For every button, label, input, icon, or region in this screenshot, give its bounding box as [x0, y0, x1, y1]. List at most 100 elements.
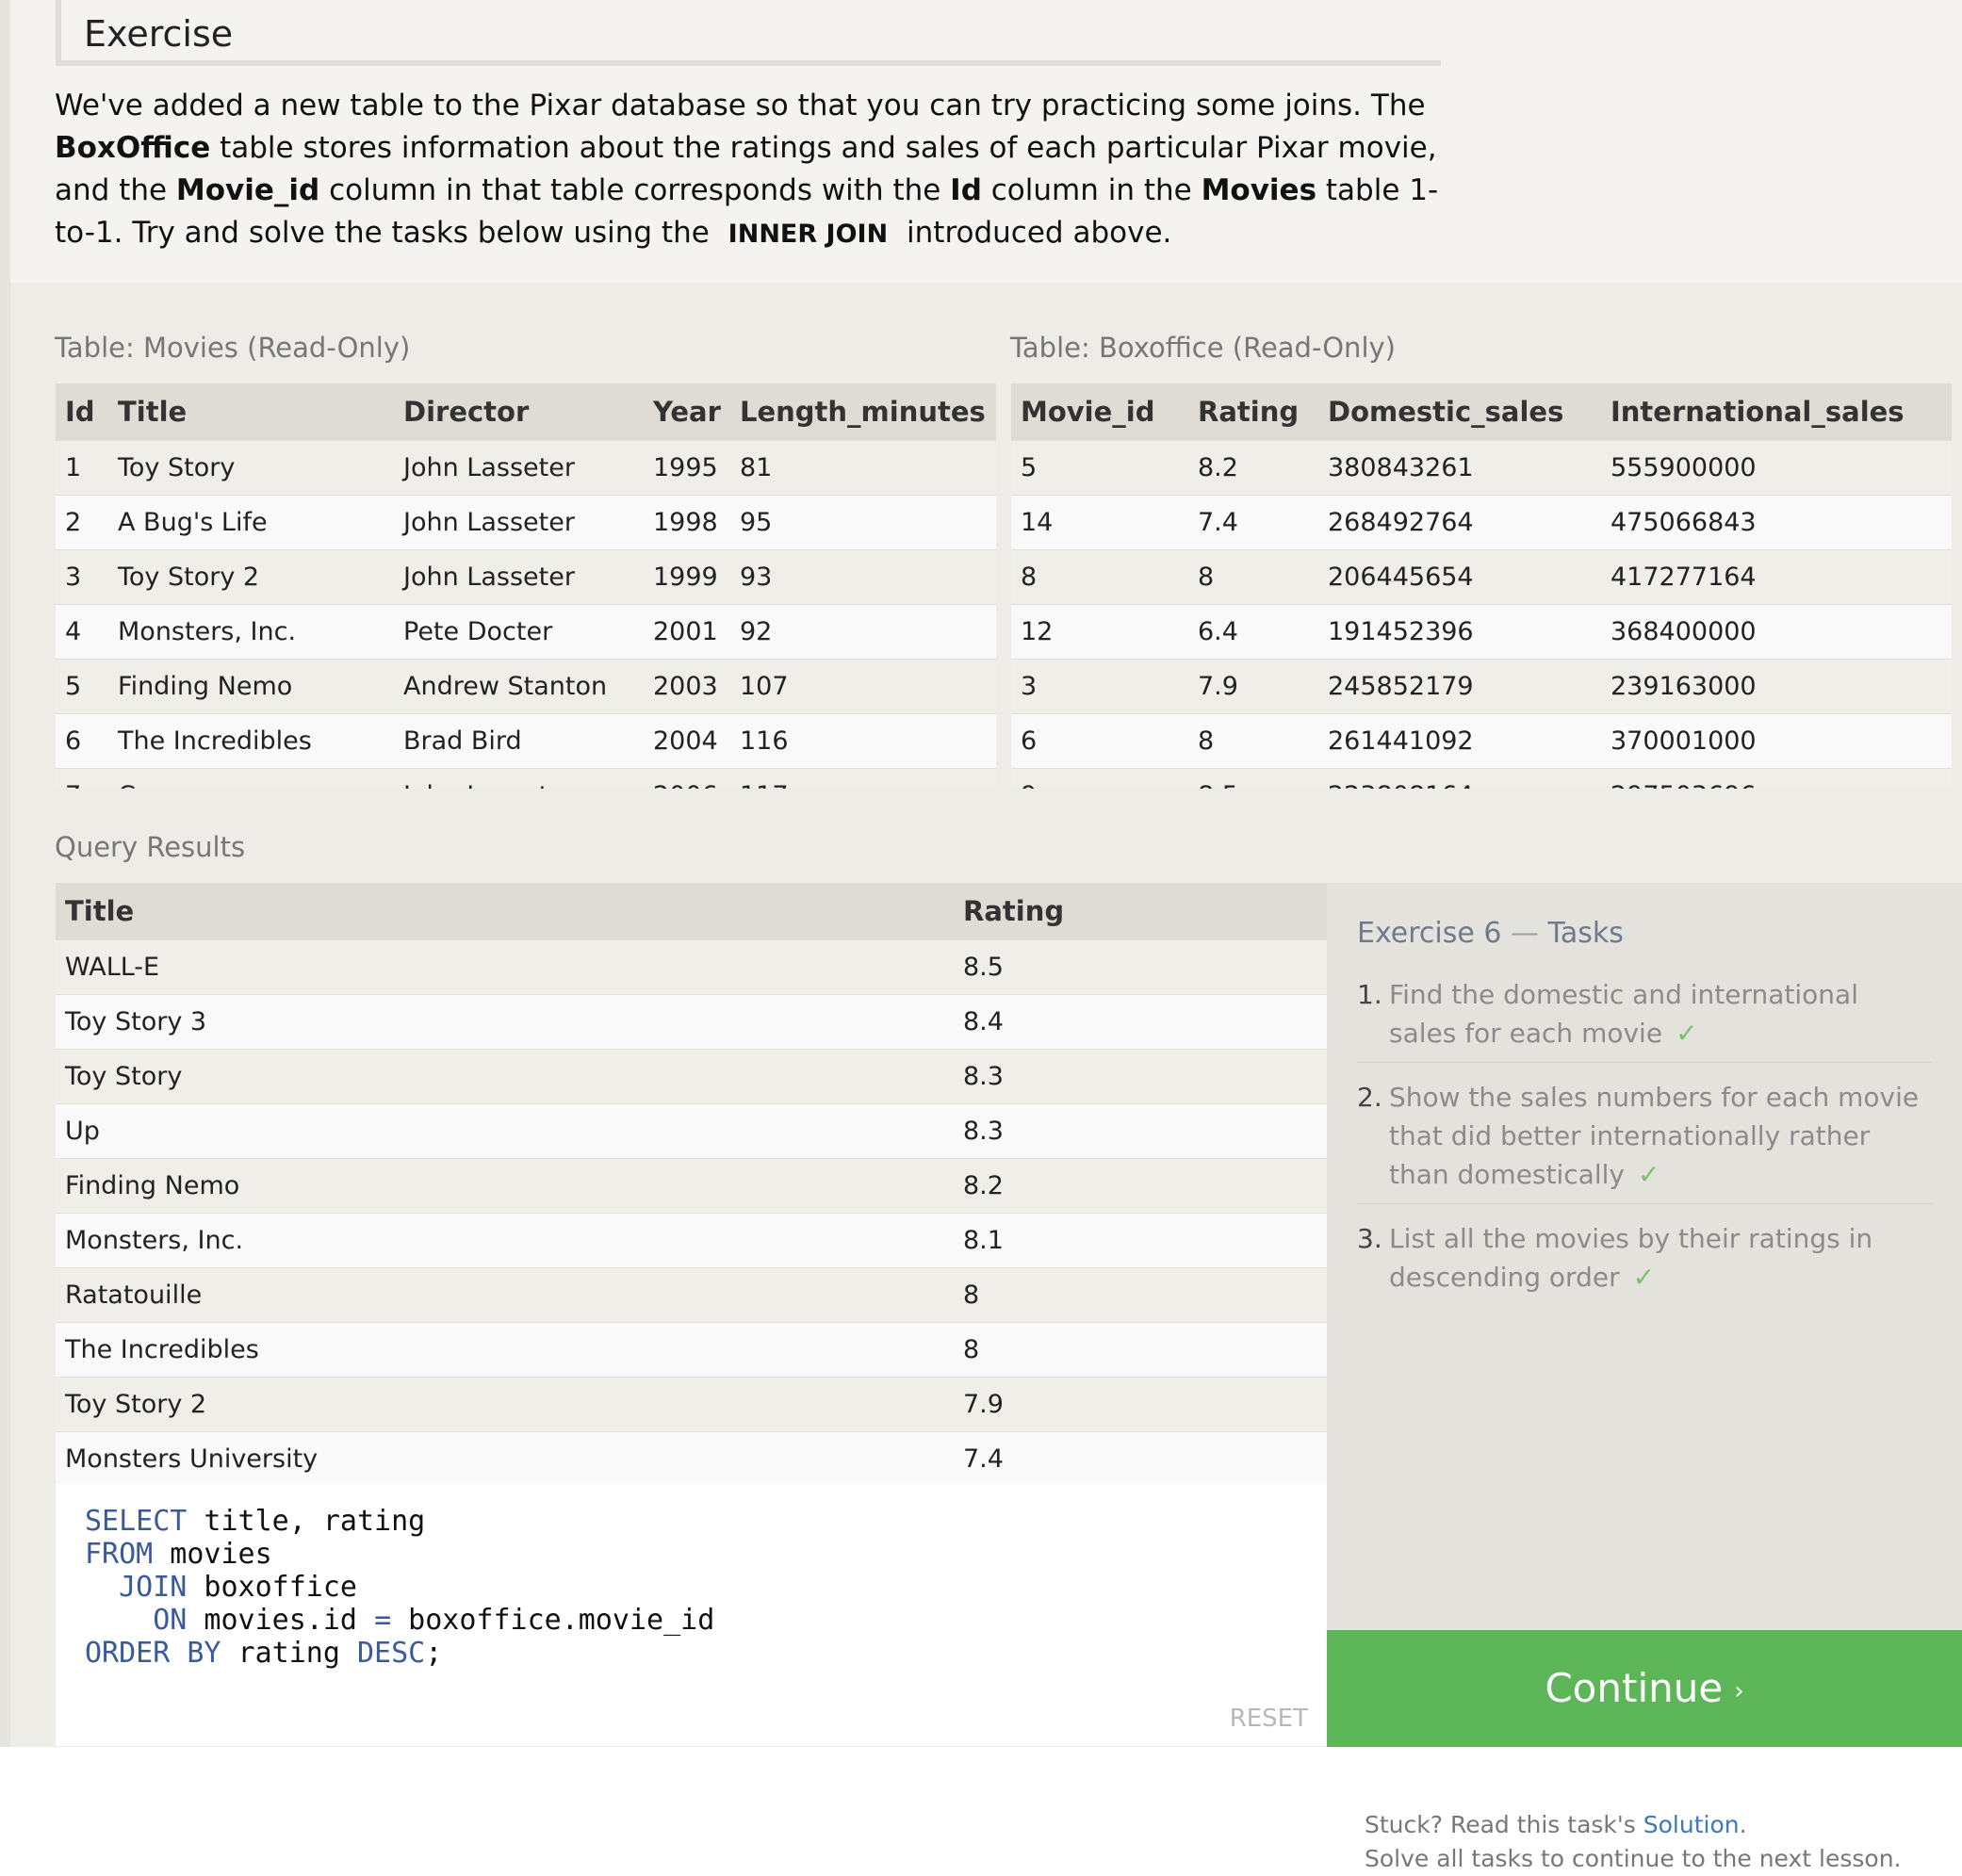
boxoffice-cell: 297503696: [1601, 768, 1952, 789]
boxoffice-cell: 261441092: [1318, 713, 1601, 769]
movies-cell: Brad Bird: [394, 713, 644, 769]
result-cell: The Incredibles: [56, 1322, 954, 1378]
movies-cell: 3: [56, 549, 108, 605]
result-cell: 8: [954, 1267, 1327, 1323]
boxoffice-table-caption: Table: Boxoffice (Read-Only): [1010, 332, 1396, 364]
movies-cell: A Bug's Life: [108, 495, 394, 550]
boxoffice-cell: 370001000: [1601, 713, 1952, 769]
checkmark-icon: ✓: [1676, 1018, 1698, 1049]
boxoffice-col-header: Movie_id: [1011, 383, 1188, 441]
movies-table-scroll[interactable]: Id Title Director Year Length_minutes 1 Toy S…: [56, 383, 996, 789]
stuck-hint: Solve all tasks to continue to the next …: [1365, 1845, 1902, 1872]
result-row: Monsters, Inc. 8.1: [56, 1213, 1327, 1268]
task-item: 1. Find the domestic and international sa…: [1357, 975, 1932, 1063]
result-col-header: Rating: [954, 883, 1327, 940]
boxoffice-cell: 12: [1011, 604, 1188, 660]
sql-keyword: FROM: [85, 1538, 154, 1571]
result-cell: Toy Story: [56, 1049, 954, 1104]
boxoffice-cell: 9: [1011, 768, 1188, 789]
boxoffice-cell: 380843261: [1318, 440, 1601, 496]
desc-movie-id: Movie_id: [175, 173, 320, 207]
desc-text: introduced above.: [897, 216, 1172, 250]
boxoffice-col-header: Domestic_sales: [1318, 383, 1601, 441]
continue-button[interactable]: Continue ›: [1327, 1630, 1962, 1747]
sql-text: boxoffice: [187, 1571, 357, 1604]
sql-text: movies: [153, 1538, 272, 1571]
result-cell: 8: [954, 1322, 1327, 1378]
reset-button[interactable]: RESET: [1230, 1705, 1308, 1733]
stuck-note: Stuck? Read this task's Solution. Solve …: [1365, 1808, 1902, 1876]
task-number: 2.: [1357, 1082, 1382, 1113]
movies-cell: 1: [56, 440, 108, 496]
solution-link[interactable]: Solution: [1643, 1811, 1740, 1838]
query-results-table: Title Rating WALL-E 8.5 Toy Story 3 8.4 Toy S…: [56, 883, 1327, 1486]
boxoffice-col-header: Rating: [1188, 383, 1318, 441]
movies-cell: 2003: [644, 659, 730, 714]
boxoffice-cell: 8: [1188, 549, 1318, 605]
tasks-title: Exercise 6 — Tasks: [1357, 917, 1624, 950]
desc-inner-join: INNER JOIN: [728, 220, 889, 249]
desc-movies: Movies: [1201, 173, 1317, 207]
result-row: Ratatouille 8: [56, 1267, 1327, 1323]
result-cell: 8.4: [954, 994, 1327, 1050]
movies-cell: Monsters, Inc.: [108, 604, 394, 660]
movies-cell: 92: [730, 604, 996, 660]
boxoffice-row: 5 8.2 380843261 555900000: [1011, 440, 1952, 496]
movies-row: 2A Bug's Life John Lasseter 1998 95: [56, 495, 996, 550]
task-item: 2. Show the sales numbers for each movie …: [1357, 1078, 1932, 1204]
boxoffice-cell: 6.4: [1188, 604, 1318, 660]
boxoffice-cell: 268492764: [1318, 495, 1601, 550]
movies-col-header: Year: [644, 383, 730, 441]
task-text: List all the movies by their ratings in …: [1389, 1223, 1873, 1293]
movies-cell: 1999: [644, 549, 730, 605]
boxoffice-row: 3 7.9 245852179 239163000: [1011, 659, 1952, 714]
sql-keyword: DESC: [357, 1637, 426, 1670]
movies-cell: 93: [730, 549, 996, 605]
sql-keyword: =: [374, 1604, 392, 1637]
movies-cell: 2006: [644, 768, 730, 789]
result-row: Finding Nemo 8.2: [56, 1158, 1327, 1214]
movies-cell: 81: [730, 440, 996, 496]
boxoffice-cell: 5: [1011, 440, 1188, 496]
result-cell: Finding Nemo: [56, 1158, 954, 1214]
stuck-text: .: [1739, 1811, 1747, 1838]
desc-text: column in that table corresponds with th…: [319, 173, 951, 207]
task-number: 1.: [1357, 979, 1382, 1010]
boxoffice-cell: 3: [1011, 659, 1188, 714]
result-cell: Toy Story 3: [56, 994, 954, 1050]
sql-editor[interactable]: SELECT title, rating FROM movies JOIN bo…: [56, 1484, 1327, 1746]
movies-cell: Toy Story: [108, 440, 394, 496]
movies-cell: 116: [730, 713, 996, 769]
stuck-text: Stuck? Read this task's: [1365, 1811, 1643, 1838]
result-cell: WALL-E: [56, 939, 954, 995]
result-cell: 8.2: [954, 1158, 1327, 1214]
movies-cell: John Lasseter: [394, 495, 644, 550]
movies-cell: 1995: [644, 440, 730, 496]
sql-code[interactable]: SELECT title, rating FROM movies JOIN bo…: [85, 1505, 714, 1670]
result-row: Toy Story 8.3: [56, 1049, 1327, 1104]
movies-cell: 1998: [644, 495, 730, 550]
movies-row: 3 Toy Story 2 John Lasseter 1999 93: [56, 549, 996, 605]
result-cell: Monsters, Inc.: [56, 1213, 954, 1268]
boxoffice-cell: 8: [1188, 713, 1318, 769]
movies-cell: 95: [730, 495, 996, 550]
result-row: WALL-E 8.5: [56, 939, 1327, 995]
left-border: [0, 0, 10, 1747]
boxoffice-cell: 475066843: [1601, 495, 1952, 550]
movies-row: 4 Monsters, Inc. Pete Docter 2001 92: [56, 604, 996, 660]
movies-row: 5 Finding Nemo Andrew Stanton 2003 107: [56, 659, 996, 714]
result-col-header: Title: [56, 883, 954, 940]
result-row: Monsters University 7.4: [56, 1431, 1327, 1486]
movies-col-header: Length_minutes: [730, 383, 996, 441]
boxoffice-col-header: International_sales: [1601, 383, 1952, 441]
boxoffice-row: 6 8 261441092 370001000: [1011, 713, 1952, 769]
result-cell: Monsters University: [56, 1431, 954, 1486]
movies-cell: The Incredibles: [108, 713, 394, 769]
boxoffice-table-scroll[interactable]: Movie_id Rating Domestic_sales Internationa…: [1011, 383, 1952, 789]
result-cell: 8.5: [954, 939, 1327, 995]
result-row: Toy Story 2 7.9: [56, 1377, 1327, 1432]
boxoffice-cell: 417277164: [1601, 549, 1952, 605]
boxoffice-cell: 368400000: [1601, 604, 1952, 660]
